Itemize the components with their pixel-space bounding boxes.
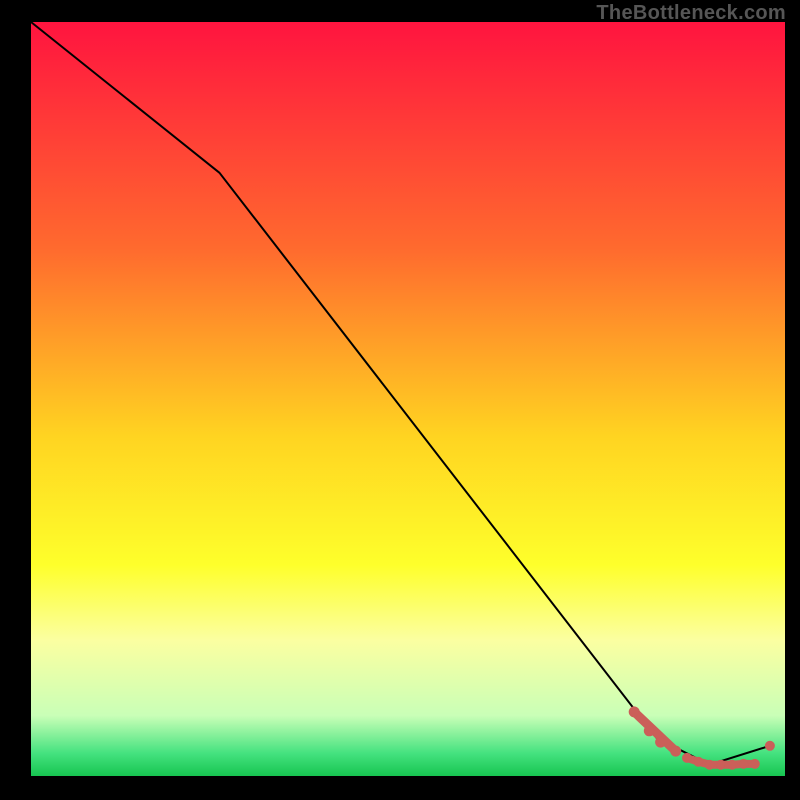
marker-dot xyxy=(728,760,737,769)
marker-dot xyxy=(644,726,654,736)
marker-dot xyxy=(629,707,639,717)
chart-stage: TheBottleneck.com xyxy=(0,0,800,800)
marker-cluster xyxy=(629,707,774,769)
marker-dot xyxy=(683,753,692,762)
marker-dot xyxy=(694,757,703,766)
bottleneck-curve xyxy=(31,22,770,765)
marker-lead-stroke xyxy=(634,712,676,751)
marker-dot xyxy=(705,760,714,769)
marker-dot xyxy=(671,746,681,756)
chart-overlay xyxy=(31,22,785,776)
marker-dot xyxy=(656,737,666,747)
marker-dot xyxy=(716,760,725,769)
watermark-text: TheBottleneck.com xyxy=(596,2,786,25)
marker-dot xyxy=(739,759,748,768)
marker-dot xyxy=(765,741,774,750)
marker-dot xyxy=(750,759,759,768)
